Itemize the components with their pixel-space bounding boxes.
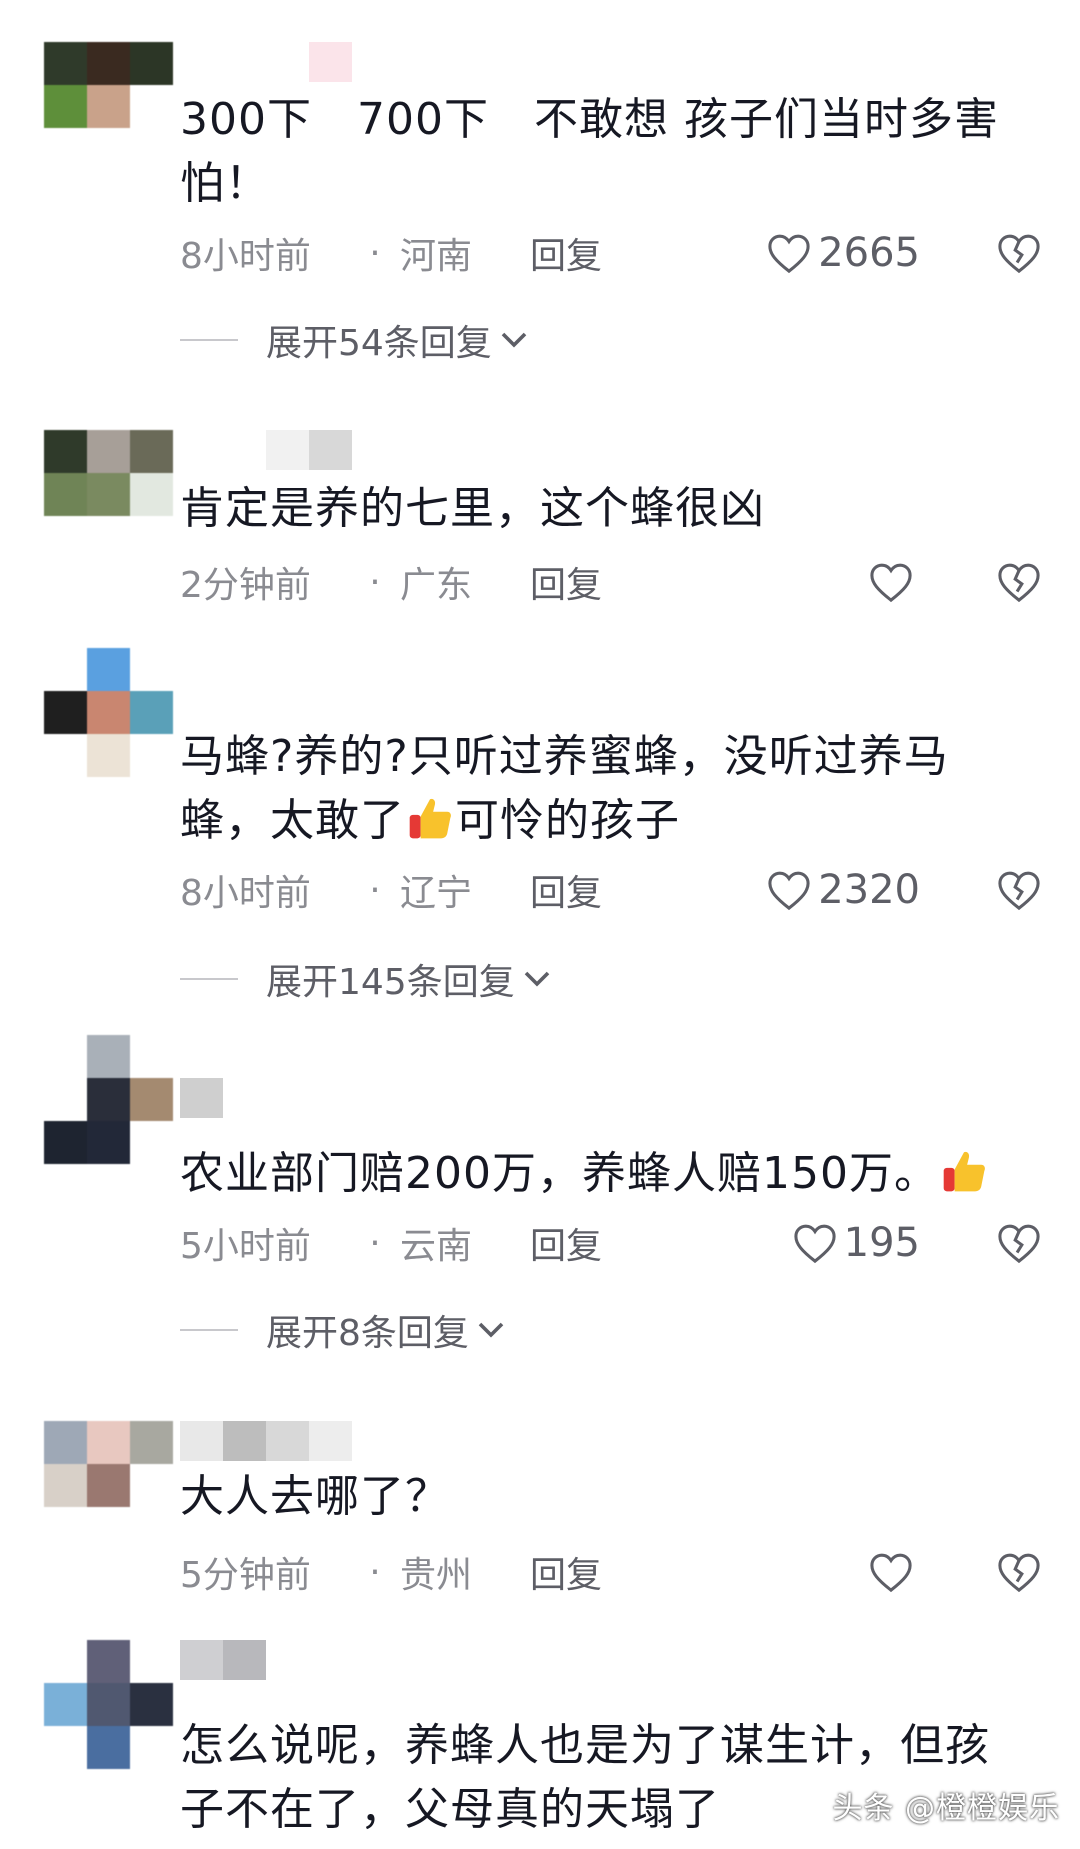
like-count: 2665 — [818, 230, 920, 276]
comment-location: 贵州 — [400, 1555, 473, 1596]
comment-location: 广东 — [400, 565, 473, 606]
avatar[interactable] — [44, 430, 173, 542]
reply-button[interactable]: 回复 — [530, 1546, 602, 1598]
reply-button[interactable]: 回复 — [530, 556, 602, 608]
heart-outline-icon — [768, 234, 810, 274]
heart-outline-icon — [794, 1224, 836, 1264]
comment-location: 云南 — [400, 1226, 473, 1267]
avatar[interactable] — [44, 1421, 173, 1533]
username[interactable] — [180, 1421, 352, 1461]
dislike-button[interactable] — [996, 557, 1042, 607]
expand-replies[interactable]: 展开8条回复 — [180, 1305, 505, 1355]
heart-outline-icon — [870, 563, 912, 603]
avatar[interactable] — [44, 1640, 173, 1769]
reply-button[interactable]: 回复 — [530, 1217, 602, 1269]
chevron-down-icon — [501, 332, 527, 348]
comment-time: 8小时前 — [180, 873, 311, 914]
thumbs-up-emoji — [943, 1151, 985, 1192]
username[interactable] — [180, 1640, 266, 1680]
reply-button[interactable]: 回复 — [530, 864, 602, 916]
comment-time: 2分钟前 — [180, 565, 311, 606]
separator-dot: · — [369, 1551, 381, 1593]
username[interactable] — [180, 42, 352, 82]
broken-heart-icon — [998, 871, 1040, 911]
comment-text: 大人去哪了？ — [180, 1471, 450, 1522]
thumbs-up-emoji — [409, 798, 451, 839]
divider — [180, 1329, 238, 1331]
avatar[interactable] — [44, 1035, 173, 1164]
reply-button[interactable]: 回复 — [530, 227, 602, 279]
comment-time: 8小时前 — [180, 236, 311, 277]
like-button[interactable]: 195 — [792, 1218, 920, 1268]
comment-text: 300下 700下 不敢想 孩子们当时多害怕！ — [180, 94, 999, 209]
chevron-down-icon — [524, 971, 549, 987]
avatar[interactable] — [44, 648, 173, 777]
username[interactable] — [180, 1078, 309, 1118]
comment-text-tail: 可怜的孩子 — [455, 795, 680, 846]
dislike-button[interactable] — [996, 228, 1042, 278]
comment-text: 肯定是养的七里，这个蜂很凶 — [180, 483, 765, 534]
like-button[interactable]: 2665 — [766, 228, 920, 278]
divider — [180, 339, 238, 341]
separator-dot: · — [369, 561, 381, 603]
broken-heart-icon — [998, 1224, 1040, 1264]
heart-outline-icon — [768, 871, 810, 911]
chevron-down-icon — [478, 1322, 504, 1338]
dislike-button[interactable] — [996, 1547, 1042, 1597]
separator-dot: · — [369, 869, 381, 911]
separator-dot: · — [369, 1222, 381, 1264]
broken-heart-icon — [998, 1553, 1040, 1593]
comment-location: 辽宁 — [400, 873, 473, 914]
expand-replies[interactable]: 展开54条回复 — [180, 315, 528, 365]
avatar[interactable] — [44, 42, 173, 154]
like-button[interactable] — [868, 1547, 920, 1597]
dislike-button[interactable] — [996, 865, 1042, 915]
comment-time: 5分钟前 — [180, 1555, 311, 1596]
heart-outline-icon — [870, 1553, 912, 1593]
dislike-button[interactable] — [996, 1218, 1042, 1268]
broken-heart-icon — [998, 563, 1040, 603]
watermark: 头条 @橙橙娱乐 — [832, 1791, 1060, 1826]
comment-location: 河南 — [400, 236, 473, 277]
like-count: 195 — [843, 1220, 920, 1266]
username[interactable] — [180, 430, 352, 470]
like-button[interactable]: 2320 — [766, 865, 920, 915]
like-button[interactable] — [868, 557, 920, 607]
expand-replies-label: 展开54条回复 — [266, 323, 492, 364]
comment-time: 5小时前 — [180, 1226, 311, 1267]
expand-replies-label: 展开145条回复 — [266, 962, 515, 1003]
comment-text: 农业部门赔200万，养蜂人赔150万。 — [180, 1142, 1010, 1206]
separator-dot: · — [369, 232, 381, 274]
broken-heart-icon — [998, 234, 1040, 274]
comment-text: 马蜂?养的?只听过养蜜蜂，没听过养马蜂，太敢了 可怜的孩子 — [180, 725, 1010, 853]
comment-text-main: 农业部门赔200万，养蜂人赔150万。 — [180, 1148, 939, 1199]
expand-replies-label: 展开8条回复 — [266, 1313, 469, 1354]
like-count: 2320 — [818, 867, 920, 913]
expand-replies[interactable]: 展开145条回复 — [180, 954, 551, 1004]
divider — [180, 978, 238, 980]
